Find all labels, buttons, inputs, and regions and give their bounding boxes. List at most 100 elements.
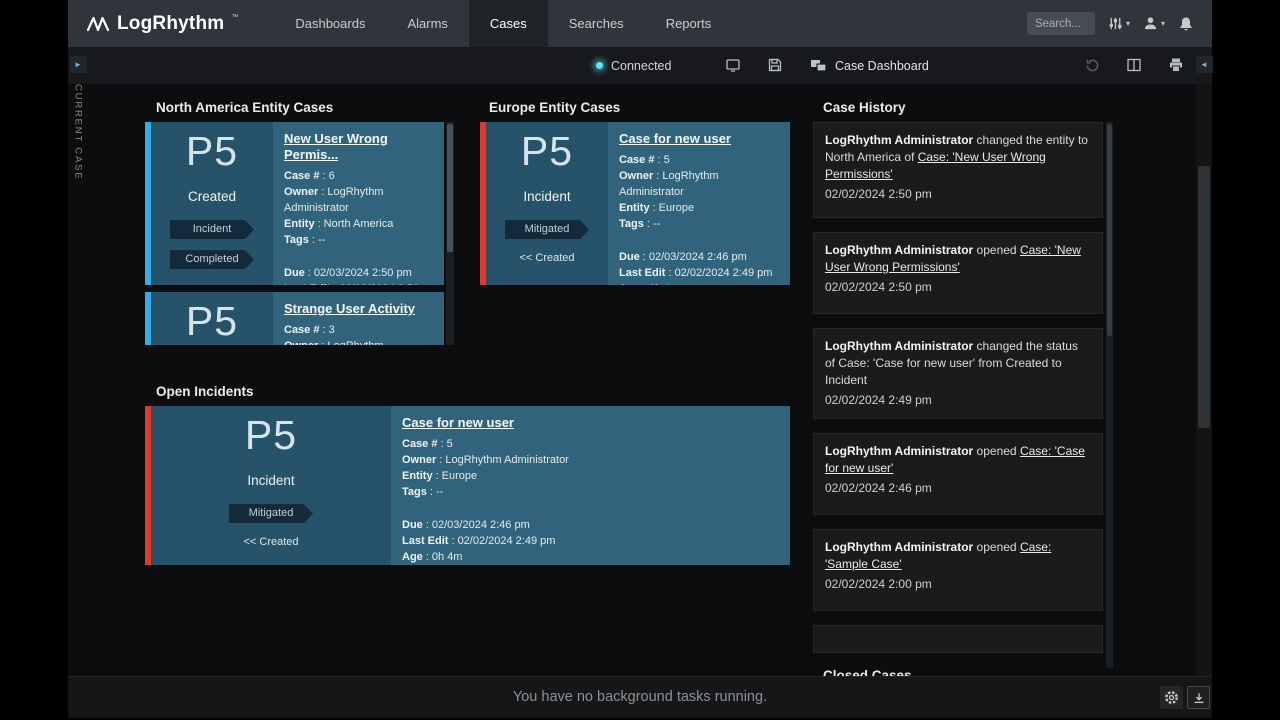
background-tasks-button[interactable] bbox=[1187, 686, 1210, 709]
timestamp: 02/02/2024 2:49 pm bbox=[825, 392, 1091, 409]
history-entry: LogRhythm Administrator opened Case: 'Ca… bbox=[813, 433, 1103, 515]
revert-status-created-link[interactable]: << Created bbox=[519, 252, 574, 264]
case-last-edit-field: Last Edit: 02/02/2024 2:50 pm bbox=[284, 281, 433, 285]
download-icon bbox=[1192, 691, 1206, 705]
logrhythm-logo-icon bbox=[86, 14, 110, 36]
case-card-new-user-wrong-permissions[interactable]: P5 Created Incident Completed New User W… bbox=[145, 122, 444, 285]
section-title-closed-cases: Closed Cases bbox=[823, 668, 912, 676]
case-card-open-incident-case-for-new-user[interactable]: P5 Incident Mitigated << Created Case fo… bbox=[145, 406, 790, 565]
case-due-field: Due: 02/03/2024 2:50 pm bbox=[284, 265, 433, 281]
popout-window-icon[interactable] bbox=[725, 57, 741, 73]
search-input[interactable] bbox=[1027, 12, 1095, 35]
case-title-link[interactable]: Case for new user bbox=[619, 131, 731, 147]
priority-label: P5 bbox=[521, 129, 573, 174]
primary-nav: Dashboards Alarms Cases Searches Reports bbox=[274, 0, 732, 47]
dashboard-selector[interactable]: Case Dashboard bbox=[810, 47, 929, 84]
history-text: opened bbox=[973, 243, 1020, 257]
case-owner-field: Owner: LogRhythm Administrator bbox=[402, 452, 779, 468]
connected-dot-icon bbox=[596, 62, 603, 69]
history-text: opened bbox=[973, 444, 1020, 458]
section-title-europe: Europe Entity Cases bbox=[489, 100, 620, 115]
dashboard-icon bbox=[810, 58, 827, 73]
status-bar: You have no background tasks running. bbox=[68, 676, 1212, 718]
case-last-edit-field: Last Edit: 02/02/2024 2:49 pm bbox=[619, 265, 779, 281]
change-status-mitigated-button[interactable]: Mitigated bbox=[229, 504, 313, 523]
case-toolbar: Connected Case Dashboard bbox=[68, 47, 1212, 84]
settings-gear-button[interactable] bbox=[1160, 686, 1183, 709]
case-age-field: Age: 0h 4m bbox=[619, 281, 779, 285]
case-details: Case for new user Case #: 5 Owner: LogRh… bbox=[608, 122, 790, 285]
case-card-case-for-new-user-europe[interactable]: P5 Incident Mitigated << Created Case fo… bbox=[480, 122, 790, 285]
current-case-panel-tab[interactable]: ► CURRENT CASE bbox=[69, 56, 87, 180]
nav-item-searches[interactable]: Searches bbox=[548, 0, 645, 47]
priority-label: P5 bbox=[186, 129, 238, 174]
nav-item-cases[interactable]: Cases bbox=[469, 0, 548, 47]
expand-left-icon[interactable]: ◄ bbox=[1196, 56, 1213, 73]
case-last-edit-field: Last Edit: 02/02/2024 2:49 pm bbox=[402, 533, 779, 549]
case-title-link[interactable]: New User Wrong Permis... bbox=[284, 131, 433, 163]
case-title-link[interactable]: Strange User Activity bbox=[284, 301, 415, 317]
layout-panels-icon[interactable] bbox=[1126, 57, 1142, 73]
case-details: New User Wrong Permis... Case #: 6 Owner… bbox=[273, 122, 444, 285]
case-owner-field: Owner: LogRhythm Administrator bbox=[284, 338, 433, 345]
save-dashboard-icon[interactable] bbox=[767, 57, 783, 73]
history-entry: LogRhythm Administrator opened Case: 'Ne… bbox=[813, 232, 1103, 314]
section-title-open-incidents: Open Incidents bbox=[156, 384, 254, 399]
logrhythm-logo[interactable]: LogRhythm ™ bbox=[68, 11, 250, 37]
background-tasks-message: You have no background tasks running. bbox=[68, 689, 1212, 705]
case-number-field: Case #: 6 bbox=[284, 168, 433, 184]
case-meta: Due: 02/03/2024 2:46 pm Last Edit: 02/02… bbox=[619, 249, 779, 285]
case-age-field: Age: 0h 4m bbox=[402, 549, 779, 565]
dashboard-selector-label: Case Dashboard bbox=[835, 59, 929, 73]
actor-name: LogRhythm Administrator bbox=[825, 540, 973, 554]
case-status: Incident bbox=[247, 473, 294, 488]
timestamp: 02/02/2024 2:00 pm bbox=[825, 576, 1091, 593]
history-entry: LogRhythm Administrator changed the stat… bbox=[813, 328, 1103, 419]
user-menu[interactable]: ▾ bbox=[1143, 16, 1165, 31]
preferences-sliders-icon[interactable]: ▾ bbox=[1108, 16, 1130, 31]
actor-name: LogRhythm Administrator bbox=[825, 133, 973, 147]
case-card-strange-user-activity[interactable]: P5 Strange User Activity Case #: 3 Owner… bbox=[145, 292, 444, 345]
scrollbar-thumb[interactable] bbox=[1198, 166, 1210, 428]
case-meta: Due: 02/03/2024 2:46 pm Last Edit: 02/02… bbox=[402, 517, 779, 565]
timestamp: 02/02/2024 2:50 pm bbox=[825, 279, 1091, 296]
history-entry: LogRhythm Administrator changed the enti… bbox=[813, 122, 1103, 218]
nav-item-alarms[interactable]: Alarms bbox=[386, 0, 468, 47]
na-cases-scrollbar[interactable] bbox=[446, 122, 454, 345]
case-details: Strange User Activity Case #: 3 Owner: L… bbox=[273, 292, 444, 345]
case-entity-field: Entity: North America bbox=[284, 216, 433, 232]
page-scrollbar[interactable] bbox=[1196, 84, 1212, 676]
change-status-completed-button[interactable]: Completed bbox=[170, 250, 254, 269]
scrollbar-thumb[interactable] bbox=[1107, 124, 1112, 336]
history-text: opened bbox=[973, 540, 1020, 554]
change-status-mitigated-button[interactable]: Mitigated bbox=[505, 220, 589, 239]
case-title-link[interactable]: Case for new user bbox=[402, 415, 514, 431]
connected-label: Connected bbox=[611, 59, 671, 73]
top-nav-bar: LogRhythm ™ Dashboards Alarms Cases Sear… bbox=[68, 0, 1212, 47]
current-case-tab-label: CURRENT CASE bbox=[73, 84, 84, 180]
change-status-incident-button[interactable]: Incident bbox=[170, 220, 254, 239]
case-status-panel: P5 Created Incident Completed bbox=[151, 122, 273, 285]
case-owner-field: Owner: LogRhythm Administrator bbox=[284, 184, 433, 216]
case-status-panel: P5 bbox=[151, 292, 273, 345]
user-icon bbox=[1143, 16, 1158, 31]
timestamp: 02/02/2024 2:50 pm bbox=[825, 186, 1091, 203]
notifications-bell-icon[interactable] bbox=[1178, 16, 1194, 32]
connection-status: Connected bbox=[596, 47, 671, 84]
scrollbar-thumb[interactable] bbox=[447, 124, 453, 252]
logo-trademark: ™ bbox=[231, 14, 238, 21]
print-icon[interactable] bbox=[1168, 57, 1184, 73]
case-status-panel: P5 Incident Mitigated << Created bbox=[486, 122, 608, 285]
revert-status-created-link[interactable]: << Created bbox=[243, 536, 298, 548]
expand-right-icon[interactable]: ► bbox=[70, 56, 87, 73]
priority-label: P5 bbox=[245, 413, 297, 458]
nav-item-dashboards[interactable]: Dashboards bbox=[274, 0, 386, 47]
nav-item-reports[interactable]: Reports bbox=[645, 0, 733, 47]
sliders-icon bbox=[1108, 16, 1123, 31]
history-scrollbar[interactable] bbox=[1106, 122, 1113, 668]
undo-reset-icon[interactable] bbox=[1084, 57, 1101, 74]
section-title-north-america: North America Entity Cases bbox=[156, 100, 333, 115]
case-details: Case for new user Case #: 5 Owner: LogRh… bbox=[391, 406, 790, 565]
case-number-field: Case #: 5 bbox=[402, 436, 779, 452]
history-entry-partial bbox=[813, 625, 1103, 653]
